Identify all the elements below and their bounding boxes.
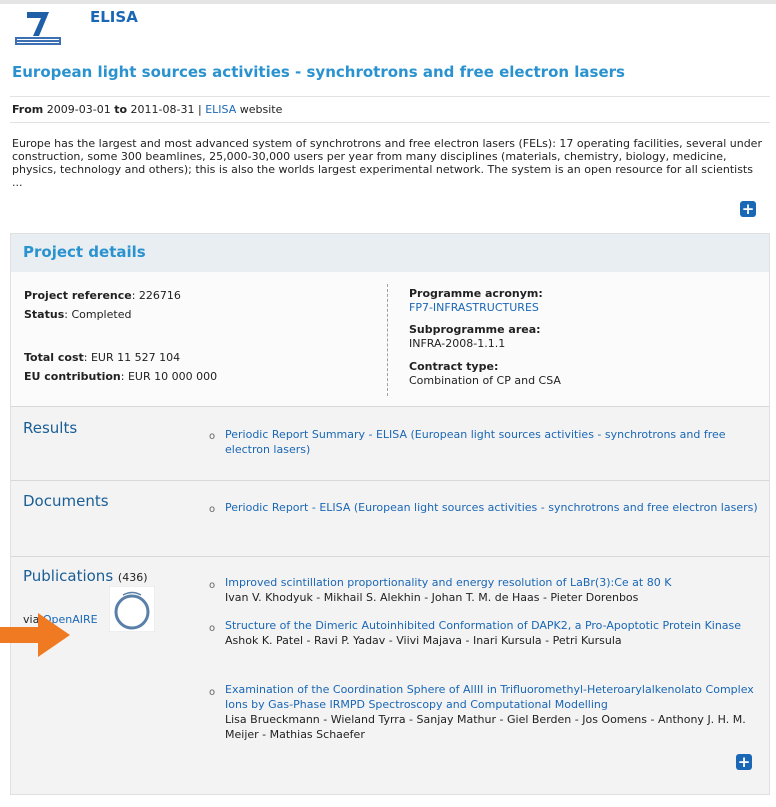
divider (10, 122, 770, 123)
total-cost: Total cost: EUR 11 527 104 (24, 351, 181, 364)
publication-item: Examination of the Coordination Sphere o… (225, 682, 761, 742)
eu-contribution-value: EUR 10 000 000 (127, 370, 218, 383)
publication-authors: Lisa Brueckmann - Wieland Tyrra - Sanjay… (225, 713, 746, 741)
from-label: From (12, 103, 44, 116)
project-acronym: ELISA (90, 8, 138, 26)
arrow-right-icon (0, 613, 70, 657)
bullet-icon: o (209, 623, 216, 634)
publication-authors: Ivan V. Khodyuk - Mikhail S. Alekhin - J… (225, 591, 639, 604)
plus-icon: + (737, 753, 751, 771)
end-date: 2011-08-31 (130, 103, 195, 116)
bullet-icon: o (209, 504, 216, 515)
publications-count: (436) (117, 571, 148, 584)
publication-title-link[interactable]: Examination of the Coordination Sphere o… (225, 683, 754, 711)
expand-summary-button[interactable]: + (740, 201, 756, 217)
documents-title: Documents (23, 492, 109, 510)
status-value: Completed (71, 308, 132, 321)
subprogramme-label: Subprogramme area: (409, 323, 541, 336)
section-divider (11, 480, 769, 481)
project-details-header: Project details (11, 234, 769, 272)
fp7-logo (15, 12, 61, 45)
eu-contribution: EU contribution: EUR 10 000 000 (24, 370, 218, 383)
plus-icon: + (741, 200, 755, 218)
to-label: to (114, 103, 128, 116)
total-cost-label: Total cost (24, 351, 84, 364)
website-link[interactable]: ELISA (205, 103, 236, 116)
project-reference-value: 226716 (138, 289, 181, 302)
website-suffix: website (239, 103, 283, 116)
section-divider (11, 556, 769, 557)
contract-type-label: Contract type: (409, 360, 499, 373)
project-summary: Europe has the largest and most advanced… (12, 137, 762, 189)
programme-link[interactable]: FP7-INFRASTRUCTURES (409, 301, 539, 314)
section-divider (11, 406, 769, 407)
page-title: European light sources activities - sync… (12, 63, 625, 81)
openaire-logo[interactable] (109, 586, 155, 632)
publication-item: Structure of the Dimeric Autoinhibited C… (225, 618, 761, 648)
subprogramme-value: INFRA-2008-1.1.1 (409, 337, 506, 350)
contract-type-value: Combination of CP and CSA (409, 374, 561, 387)
publication-authors: Ashok K. Patel - Ravi P. Yadav - Viivi M… (225, 634, 622, 647)
total-cost-value: EUR 11 527 104 (90, 351, 181, 364)
start-date: 2009-03-01 (46, 103, 111, 116)
separator: | (197, 103, 202, 116)
project-status: Status: Completed (24, 308, 132, 321)
programme-label: Programme acronym: (409, 287, 543, 300)
results-title: Results (23, 419, 78, 437)
divider (10, 96, 770, 97)
project-details-box: Project details Project reference: 22671… (10, 233, 770, 795)
eu-contribution-label: EU contribution (24, 370, 121, 383)
project-reference: Project reference: 226716 (24, 289, 181, 302)
publications-label: Publications (23, 567, 114, 585)
results-item[interactable]: Periodic Report Summary - ELISA (Europea… (225, 427, 761, 457)
project-details-title: Project details (23, 243, 146, 261)
top-border (0, 0, 776, 4)
project-dates: From 2009-03-01 to 2011-08-31 | ELISA we… (12, 103, 282, 116)
bullet-icon: o (209, 687, 216, 698)
documents-item[interactable]: Periodic Report - ELISA (European light … (225, 500, 761, 515)
status-label: Status (24, 308, 65, 321)
publication-item: Improved scintillation proportionality a… (225, 575, 761, 605)
publication-title-link[interactable]: Improved scintillation proportionality a… (225, 576, 671, 589)
details-divider (387, 284, 388, 396)
bullet-icon: o (209, 580, 216, 591)
publication-title-link[interactable]: Structure of the Dimeric Autoinhibited C… (225, 619, 741, 632)
project-reference-label: Project reference (24, 289, 132, 302)
expand-publications-button[interactable]: + (736, 754, 752, 770)
publications-title: Publications (436) (23, 567, 148, 585)
bullet-icon: o (209, 431, 216, 442)
